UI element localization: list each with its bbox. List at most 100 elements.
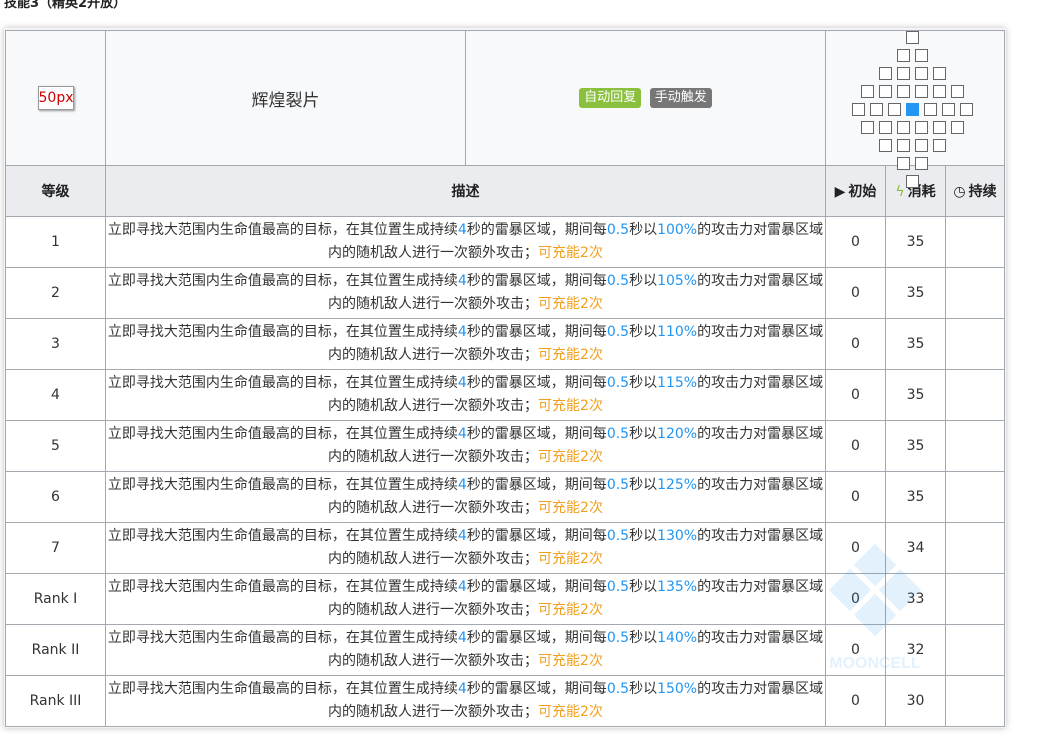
desc-duration: 4 (457, 528, 467, 544)
row-initial: 0 (825, 624, 886, 676)
row-initial: 0 (825, 573, 886, 625)
skill-table: 50px 辉煌裂片 自动回复 手动触发 等级 描述 ▶ 初始 ϟ 消耗 ◷ 持续 1立… (5, 30, 1006, 727)
row-initial: 0 (825, 471, 886, 523)
desc-percent: 120% (657, 426, 698, 442)
range-cell (915, 121, 929, 134)
row-duration (944, 318, 1006, 370)
row-description: 立即寻找大范围内生命值最高的目标，在其位置生成持续4秒的雷暴区域，期间每0.5秒… (105, 216, 826, 268)
table-row: Rank III 立即寻找大范围内生命值最高的目标，在其位置生成持续4秒的雷暴区域… (5, 675, 1006, 727)
range-cell (915, 139, 929, 152)
row-initial: 0 (825, 267, 886, 319)
range-grid-icon (850, 31, 980, 188)
range-cell (960, 103, 974, 116)
table-row: 3 立即寻找大范围内生命值最高的目标，在其位置生成持续4秒的雷暴区域，期间每0.5… (5, 318, 1006, 370)
row-initial: 0 (825, 522, 886, 574)
skill-icon-cell: 50px (5, 30, 106, 166)
row-cost: 35 (885, 216, 946, 268)
table-row: 5 立即寻找大范围内生命值最高的目标，在其位置生成持续4秒的雷暴区域，期间每0.5… (5, 420, 1006, 472)
desc-text: 立即寻找大范围内生命值最高的目标，在其位置生成持续 (107, 477, 458, 493)
desc-interval: 0.5 (606, 528, 630, 544)
desc-percent: 105% (657, 273, 698, 289)
range-cell (915, 157, 929, 170)
row-description: 立即寻找大范围内生命值最高的目标，在其位置生成持续4秒的雷暴区域，期间每0.5秒… (105, 573, 826, 625)
row-description: 立即寻找大范围内生命值最高的目标，在其位置生成持续4秒的雷暴区域，期间每0.5秒… (105, 318, 826, 370)
range-cell (879, 139, 893, 152)
row-cost: 35 (885, 471, 946, 523)
desc-percent: 110% (657, 324, 698, 340)
row-cost: 35 (885, 318, 946, 370)
skill-icon-image[interactable]: 50px (37, 86, 74, 110)
table-row: 6 立即寻找大范围内生命值最高的目标，在其位置生成持续4秒的雷暴区域，期间每0.5… (5, 471, 1006, 523)
range-cell (942, 103, 956, 116)
row-description: 立即寻找大范围内生命值最高的目标，在其位置生成持续4秒的雷暴区域，期间每0.5秒… (105, 369, 826, 421)
row-initial: 0 (825, 216, 886, 268)
row-cost: 35 (885, 369, 946, 421)
row-duration (944, 216, 1006, 268)
desc-charges: 可充能2次 (538, 245, 603, 261)
desc-charges: 可充能2次 (538, 296, 603, 312)
desc-interval: 0.5 (606, 579, 630, 595)
desc-text: 秒的雷暴区域，期间每 (466, 222, 607, 238)
row-level: 1 (5, 216, 106, 268)
desc-text: 秒以 (629, 273, 658, 289)
col-header-level: 等级 (5, 165, 106, 217)
desc-text: 秒的雷暴区域，期间每 (466, 630, 607, 646)
desc-text: 秒的雷暴区域，期间每 (466, 681, 607, 697)
row-description: 立即寻找大范围内生命值最高的目标，在其位置生成持续4秒的雷暴区域，期间每0.5秒… (105, 420, 826, 472)
col-header-initial: ▶ 初始 (825, 165, 886, 217)
row-duration (944, 624, 1006, 676)
row-cost: 35 (885, 420, 946, 472)
range-cell (951, 85, 965, 98)
desc-text: 立即寻找大范围内生命值最高的目标，在其位置生成持续 (107, 630, 458, 646)
desc-text: 立即寻找大范围内生命值最高的目标，在其位置生成持续 (107, 528, 458, 544)
skill-name-cell: 辉煌裂片 (105, 30, 466, 166)
row-duration (944, 420, 1006, 472)
range-cell (897, 139, 911, 152)
tag-manual-trigger: 手动触发 (649, 88, 712, 108)
desc-text: 秒以 (629, 375, 658, 391)
row-cost: 35 (885, 267, 946, 319)
desc-charges: 可充能2次 (538, 653, 603, 669)
col-header-description: 描述 (105, 165, 826, 217)
desc-text: 秒的雷暴区域，期间每 (466, 579, 607, 595)
row-initial: 0 (825, 318, 886, 370)
row-level: Rank I (5, 573, 106, 625)
desc-text: 秒的雷暴区域，期间每 (466, 324, 607, 340)
row-description: 立即寻找大范围内生命值最高的目标，在其位置生成持续4秒的雷暴区域，期间每0.5秒… (105, 624, 826, 676)
row-cost: 30 (885, 675, 946, 727)
desc-text: 立即寻找大范围内生命值最高的目标，在其位置生成持续 (107, 579, 458, 595)
desc-charges: 可充能2次 (538, 602, 603, 618)
range-cell (915, 67, 929, 80)
range-cell (852, 103, 866, 116)
range-cell (861, 85, 875, 98)
row-level: 7 (5, 522, 106, 574)
lightning-icon: ϟ (895, 184, 905, 200)
desc-text: 立即寻找大范围内生命值最高的目标，在其位置生成持续 (107, 222, 458, 238)
skill-name: 辉煌裂片 (251, 90, 320, 111)
desc-duration: 4 (457, 273, 467, 289)
range-cell (906, 31, 920, 44)
row-level: 3 (5, 318, 106, 370)
range-cell (933, 121, 947, 134)
range-cell (915, 85, 929, 98)
desc-duration: 4 (457, 630, 467, 646)
desc-text: 秒以 (629, 426, 658, 442)
row-description: 立即寻找大范围内生命值最高的目标，在其位置生成持续4秒的雷暴区域，期间每0.5秒… (105, 522, 826, 574)
range-cell (951, 121, 965, 134)
table-row: 4 立即寻找大范围内生命值最高的目标，在其位置生成持续4秒的雷暴区域，期间每0.5… (5, 369, 1006, 421)
row-level: 6 (5, 471, 106, 523)
desc-text: 秒以 (629, 324, 658, 340)
section-title: 技能3（精英2开放） (4, 0, 127, 11)
desc-charges: 可充能2次 (538, 500, 603, 516)
desc-duration: 4 (457, 375, 467, 391)
row-cost: 33 (885, 573, 946, 625)
desc-text: 秒的雷暴区域，期间每 (466, 477, 607, 493)
range-cell (897, 67, 911, 80)
desc-interval: 0.5 (606, 222, 630, 238)
table-row: Rank II 立即寻找大范围内生命值最高的目标，在其位置生成持续4秒的雷暴区域，… (5, 624, 1006, 676)
row-cost: 32 (885, 624, 946, 676)
desc-duration: 4 (457, 681, 467, 697)
range-cell (897, 121, 911, 134)
row-level: 5 (5, 420, 106, 472)
desc-text: 秒的雷暴区域，期间每 (466, 426, 607, 442)
